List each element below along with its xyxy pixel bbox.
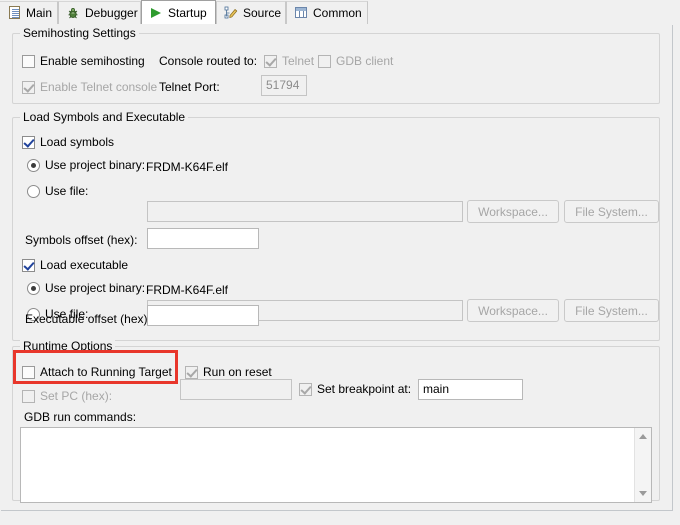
load-executable-row[interactable]: Load executable [22, 258, 128, 272]
symbols-filesystem-button[interactable]: File System... [564, 200, 659, 223]
table-icon [293, 5, 309, 21]
load-executable-checkbox[interactable] [22, 258, 35, 272]
telnet-port-input[interactable]: 51794 [261, 75, 307, 96]
symbols-workspace-button[interactable]: Workspace... [467, 200, 559, 223]
set-breakpoint-at-label: Set breakpoint at: [317, 382, 412, 396]
exec-filesystem-button[interactable]: File System... [564, 299, 659, 322]
enable-semihosting-row[interactable]: Enable semihosting [22, 54, 145, 68]
load-symbols-label: Load symbols [40, 135, 115, 149]
enable-telnet-console-checkbox[interactable] [22, 80, 35, 94]
symbols-use-file-row[interactable]: Use file: [27, 184, 88, 198]
symbols-use-project-binary-label: Use project binary: [45, 158, 146, 172]
launch-configuration-dialog: Main Debugger Startup Source Common Semi… [0, 0, 680, 525]
console-gdb-client-label: GDB client [336, 54, 394, 68]
exec-project-binary-value: FRDM-K64F.elf [146, 283, 229, 297]
console-routed-to-row: Console routed to: [159, 54, 257, 68]
set-pc-checkbox[interactable] [22, 389, 35, 403]
set-breakpoint-at-row[interactable]: Set breakpoint at: [299, 382, 411, 396]
enable-semihosting-label: Enable semihosting [40, 54, 145, 68]
bug-icon [65, 5, 81, 21]
attach-to-running-target-row[interactable]: Attach to Running Target [22, 365, 172, 379]
tab-common-label: Common [313, 6, 362, 20]
tab-debugger-label: Debugger [85, 6, 138, 20]
symbols-use-file-radio[interactable] [27, 184, 40, 198]
load-symbols-checkbox[interactable] [22, 135, 35, 149]
load-symbols-and-executable-label: Load Symbols and Executable [20, 110, 189, 124]
gdb-run-commands-textarea[interactable] [20, 427, 652, 503]
tab-startup-label: Startup [168, 5, 207, 20]
play-icon [148, 5, 164, 21]
set-pc-input[interactable] [180, 379, 292, 400]
symbols-offset-input[interactable] [147, 228, 259, 249]
startup-tab-panel: Semihosting Settings Enable semihosting … [0, 24, 680, 525]
symbols-offset-label: Symbols offset (hex): [25, 233, 138, 247]
console-gdb-client-row[interactable]: GDB client [318, 54, 393, 68]
attach-to-running-target-checkbox[interactable] [22, 365, 35, 379]
run-on-reset-checkbox[interactable] [185, 365, 198, 379]
exec-offset-label: Executable offset (hex): [25, 312, 151, 326]
console-telnet-label: Telnet [282, 54, 315, 68]
load-symbols-row[interactable]: Load symbols [22, 135, 114, 149]
symbols-project-binary-value: FRDM-K64F.elf [146, 160, 229, 174]
tab-source[interactable]: Source [216, 1, 286, 24]
set-pc-row[interactable]: Set PC (hex): [22, 389, 112, 403]
run-on-reset-label: Run on reset [203, 365, 272, 379]
console-telnet-row[interactable]: Telnet [264, 54, 314, 68]
exec-workspace-button[interactable]: Workspace... [467, 299, 559, 322]
tab-source-label: Source [243, 6, 282, 20]
run-on-reset-row[interactable]: Run on reset [185, 365, 272, 379]
enable-telnet-console-row[interactable]: Enable Telnet console [22, 80, 157, 94]
enable-telnet-console-label: Enable Telnet console [40, 80, 158, 94]
set-breakpoint-at-input[interactable]: main [418, 379, 523, 400]
exec-use-project-binary-row[interactable]: Use project binary: [27, 281, 145, 295]
load-executable-label: Load executable [40, 258, 129, 272]
semihosting-settings-label: Semihosting Settings [20, 26, 139, 40]
telnet-port-label: Telnet Port: [159, 80, 220, 94]
tab-common[interactable]: Common [286, 1, 368, 24]
scroll-up-arrow-icon[interactable] [635, 428, 651, 445]
exec-use-project-binary-radio[interactable] [27, 281, 40, 295]
runtime-options-label: Runtime Options [20, 339, 116, 353]
symbols-use-file-label: Use file: [45, 184, 89, 198]
tab-main-label: Main [26, 6, 53, 20]
scroll-down-arrow-icon[interactable] [635, 485, 651, 502]
gdb-run-commands-scrollbar[interactable] [634, 428, 651, 502]
console-routed-to-label: Console routed to: [159, 54, 258, 68]
gdb-run-commands-label: GDB run commands: [24, 410, 137, 424]
set-pc-label: Set PC (hex): [40, 389, 113, 403]
tab-main[interactable]: Main [0, 1, 58, 24]
telnet-port-label-row: Telnet Port: [159, 80, 220, 94]
console-gdb-client-checkbox[interactable] [318, 54, 331, 68]
source-icon [223, 5, 239, 21]
tab-bar: Main Debugger Startup Source Common [0, 0, 680, 25]
gdb-run-commands-value[interactable] [21, 428, 634, 502]
symbols-use-file-input[interactable] [147, 201, 463, 222]
enable-semihosting-checkbox[interactable] [22, 54, 35, 68]
symbols-use-project-binary-row[interactable]: Use project binary: [27, 158, 145, 172]
attach-to-running-target-label: Attach to Running Target [40, 365, 172, 379]
console-telnet-checkbox[interactable] [264, 54, 277, 68]
set-breakpoint-at-checkbox[interactable] [299, 382, 312, 396]
tab-startup[interactable]: Startup [141, 0, 216, 24]
symbols-use-project-binary-radio[interactable] [27, 158, 40, 172]
exec-use-project-binary-label: Use project binary: [45, 281, 146, 295]
file-icon [6, 5, 22, 21]
tab-debugger[interactable]: Debugger [58, 1, 141, 24]
exec-offset-input[interactable] [147, 305, 259, 326]
